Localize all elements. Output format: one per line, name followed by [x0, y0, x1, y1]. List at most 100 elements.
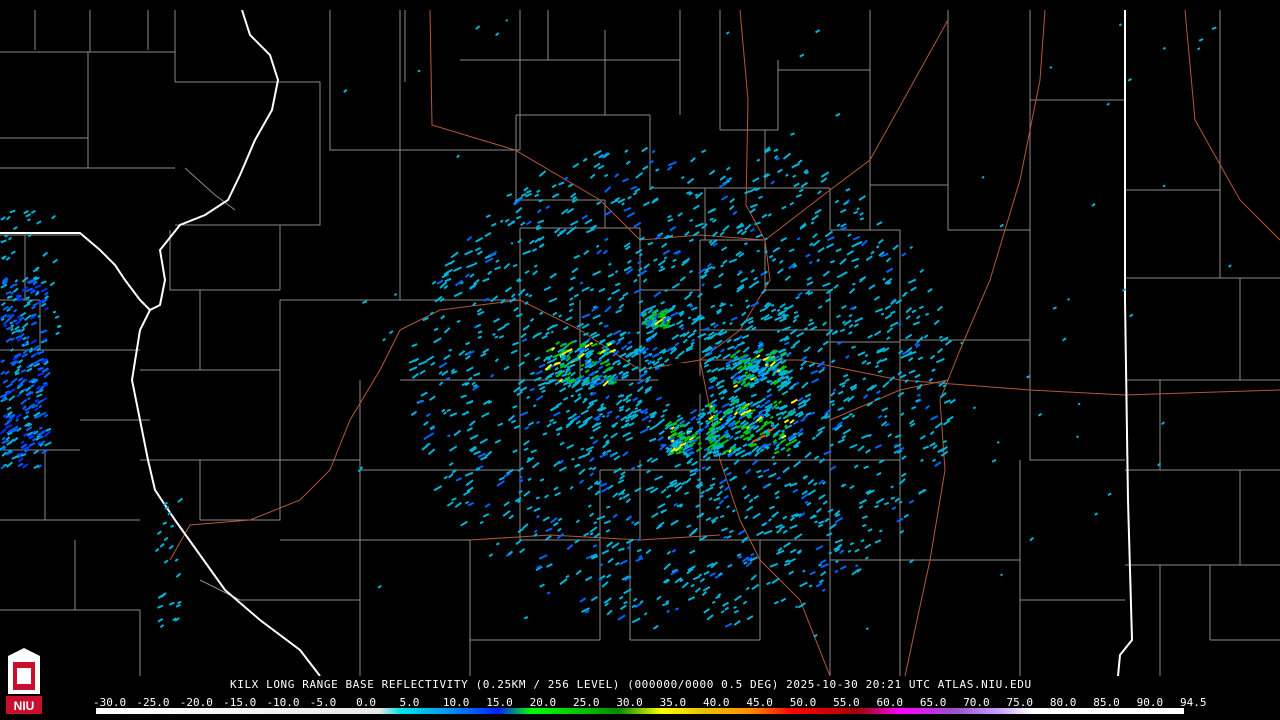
echo-mark: [754, 358, 759, 363]
echo-mark: [682, 450, 686, 454]
echo-mark: [890, 485, 894, 489]
echo-mark: [162, 521, 168, 525]
echo-mark: [448, 348, 453, 352]
echo-mark: [916, 393, 921, 397]
echo-mark: [778, 311, 783, 316]
echo-mark: [785, 173, 789, 177]
echo-mark: [689, 218, 694, 223]
echo-mark: [772, 462, 777, 466]
echo-mark: [981, 175, 985, 179]
echo-mark: [862, 523, 867, 528]
echo-mark: [909, 245, 914, 250]
echo-mark: [770, 423, 775, 428]
echo-mark: [2, 463, 8, 467]
echo-mark: [528, 294, 533, 298]
echo-mark: [580, 363, 585, 368]
echo-mark: [828, 551, 833, 555]
echo-mark: [631, 604, 637, 608]
echo-mark: [646, 425, 651, 429]
echo-mark: [854, 564, 859, 568]
echo-mark: [1077, 402, 1081, 406]
echo-mark: [712, 266, 716, 270]
echo-mark: [752, 370, 757, 374]
echo-mark: [27, 218, 31, 222]
echo-mark: [765, 361, 769, 365]
echo-mark: [599, 339, 604, 343]
echo-mark: [638, 345, 643, 349]
echo-mark: [770, 303, 775, 307]
radar-site-cone-of-silence: [658, 363, 702, 407]
echo-mark: [664, 288, 669, 293]
echo-mark: [775, 247, 781, 251]
echo-mark: [865, 627, 869, 631]
echo-mark: [651, 415, 656, 419]
reflectivity-colorbar: [96, 708, 1184, 714]
echo-mark: [914, 379, 919, 384]
echo-mark: [796, 237, 801, 241]
echo-mark: [636, 331, 641, 335]
echo-mark: [744, 371, 749, 375]
echo-mark: [756, 249, 761, 253]
echo-mark: [644, 359, 649, 363]
echo-mark: [3, 324, 8, 328]
echo-mark: [621, 547, 625, 551]
echo-mark: [851, 282, 856, 286]
echo-mark: [1197, 47, 1201, 51]
echo-mark: [592, 544, 598, 548]
echo-mark: [550, 330, 554, 334]
echo-mark: [729, 529, 734, 534]
echo-mark: [1049, 65, 1053, 69]
echo-mark: [0, 285, 5, 289]
echo-mark: [494, 335, 499, 339]
echo-mark: [601, 414, 606, 418]
echo-mark: [674, 607, 680, 611]
echo-mark: [604, 344, 609, 349]
echo-mark: [23, 341, 28, 346]
echo-mark: [898, 500, 903, 504]
echo-mark: [608, 262, 612, 266]
echo-mark: [814, 520, 818, 524]
echo-mark: [639, 410, 644, 414]
echo-mark: [517, 279, 522, 283]
echo-mark: [831, 403, 835, 407]
echo-mark: [546, 591, 551, 595]
echo-mark: [848, 412, 853, 416]
echo-mark: [614, 270, 619, 274]
echo-mark: [821, 366, 826, 370]
echo-mark: [535, 496, 540, 500]
echo-mark: [804, 500, 809, 505]
echo-mark: [605, 505, 611, 509]
echo-mark: [898, 322, 902, 326]
echo-mark: [634, 407, 639, 411]
echo-mark: [177, 600, 182, 605]
echo-mark: [901, 293, 906, 297]
echo-mark: [709, 217, 714, 221]
echo-mark: [835, 560, 839, 564]
echo-mark: [769, 415, 774, 420]
echo-mark: [510, 241, 514, 245]
echo-mark: [1066, 297, 1070, 301]
echo-mark: [479, 520, 484, 525]
echo-mark: [492, 332, 496, 337]
echo-mark: [589, 341, 594, 345]
echo-mark: [742, 380, 747, 384]
echo-mark: [785, 369, 790, 374]
echo-mark: [711, 600, 716, 604]
echo-mark: [787, 453, 791, 457]
echo-mark: [446, 408, 451, 413]
echo-mark: [732, 380, 737, 384]
echo-mark: [688, 428, 693, 432]
echo-mark: [1094, 512, 1099, 516]
echo-mark: [719, 514, 725, 519]
echo-mark: [1106, 102, 1111, 106]
echo-mark: [533, 264, 538, 268]
echo-mark: [4, 234, 9, 238]
echo-mark: [875, 245, 880, 249]
echo-mark: [1, 447, 6, 451]
echo-mark: [865, 556, 869, 560]
echo-mark: [775, 495, 780, 500]
echo-mark: [763, 445, 769, 449]
echo-mark: [417, 69, 421, 73]
echo-mark: [859, 217, 865, 221]
echo-mark: [609, 453, 614, 457]
